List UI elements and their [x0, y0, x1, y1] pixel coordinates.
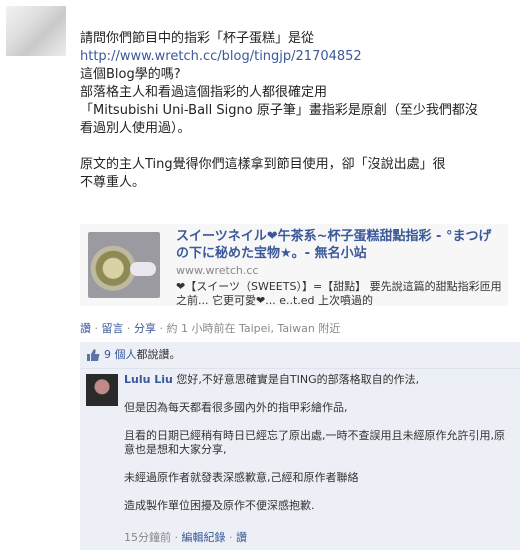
- shared-link-description: ❤【スイーツ（SWEETS）】=【甜點】 要先說這篇的甜點指彩匝用之前... 它…: [176, 280, 502, 306]
- post-line: 原文的主人Ting覺得你們這樣拿到節目使用，卻「沒說出處」很: [80, 157, 446, 172]
- post-line: 看過別人使用過）。: [80, 121, 191, 136]
- poster-avatar[interactable]: [6, 6, 66, 56]
- comment-text: 造成製作單位困擾及原作不便深感抱歉.: [124, 499, 315, 512]
- like-suffix: 都說讚。: [136, 348, 181, 361]
- shared-link-url: www.wretch.cc: [176, 264, 259, 277]
- post-line: 部落格主人和看過這個指彩的人都很確定用: [80, 85, 328, 100]
- likes-bar: 9 個人都說讚。: [80, 342, 520, 369]
- comment-text: 且看的日期已經稍有時日已經忘了原出處,一時不查誤用且未經原作允許引用,原意也是想…: [124, 429, 505, 456]
- post-line: 請問你們節目中的指彩「杯子蛋糕」是從: [80, 31, 315, 46]
- edit-history-link[interactable]: 編輯紀錄: [182, 531, 226, 544]
- post-line: 這個Blog學的嗎?: [80, 67, 181, 82]
- comment-text: 您好,不好意思確實是自TING的部落格取自的作法,: [176, 373, 420, 386]
- comment-like-link[interactable]: 讚: [236, 531, 247, 544]
- comment-footer: 15分鐘前 · 編輯紀錄 · 讚: [124, 531, 247, 544]
- comment-text: 但是因為每天都看很多國內外的指甲彩繪作品,: [124, 401, 348, 414]
- shared-link-title[interactable]: スイーツネイル❤午茶系~杯子蛋糕甜點指彩 - °まつげの下に秘めた宝物★。- 無…: [176, 228, 502, 262]
- like-count[interactable]: 9 個人: [104, 348, 137, 361]
- post-line: 不尊重人。: [80, 175, 146, 190]
- post-timestamp: 約 1 小時前在 Taipei, Taiwan 附近: [166, 322, 341, 335]
- like-link[interactable]: 讚: [80, 322, 91, 335]
- share-link[interactable]: 分享: [134, 322, 156, 335]
- post-body: 請問你們節目中的指彩「杯子蛋糕」是從 http://www.wretch.cc/…: [80, 30, 520, 192]
- comment: Lulu Liu 您好,不好意思確實是自TING的部落格取自的作法, 但是因為每…: [80, 369, 520, 550]
- shared-link-thumbnail[interactable]: [88, 232, 160, 298]
- comment-timestamp: 15分鐘前: [124, 531, 171, 544]
- post-line: 「Mitsubishi Uni-Ball Signo 原子筆」畫指彩是原創（至少…: [80, 103, 478, 118]
- comment-author[interactable]: Lulu Liu: [124, 373, 173, 386]
- post-link[interactable]: http://www.wretch.cc/blog/tingjp/2170485…: [80, 49, 362, 64]
- commenter-avatar[interactable]: [86, 374, 118, 406]
- thumbs-up-icon: [87, 349, 100, 361]
- shared-link-card[interactable]: スイーツネイル❤午茶系~杯子蛋糕甜點指彩 - °まつげの下に秘めた宝物★。- 無…: [80, 224, 508, 306]
- post-actions: 讚 · 留言 · 分享 · 約 1 小時前在 Taipei, Taiwan 附近: [80, 322, 341, 335]
- comment-text: 未經過原作者就發表深感歉意,己經和原作者聯絡: [124, 471, 359, 484]
- comment-link[interactable]: 留言: [102, 322, 124, 335]
